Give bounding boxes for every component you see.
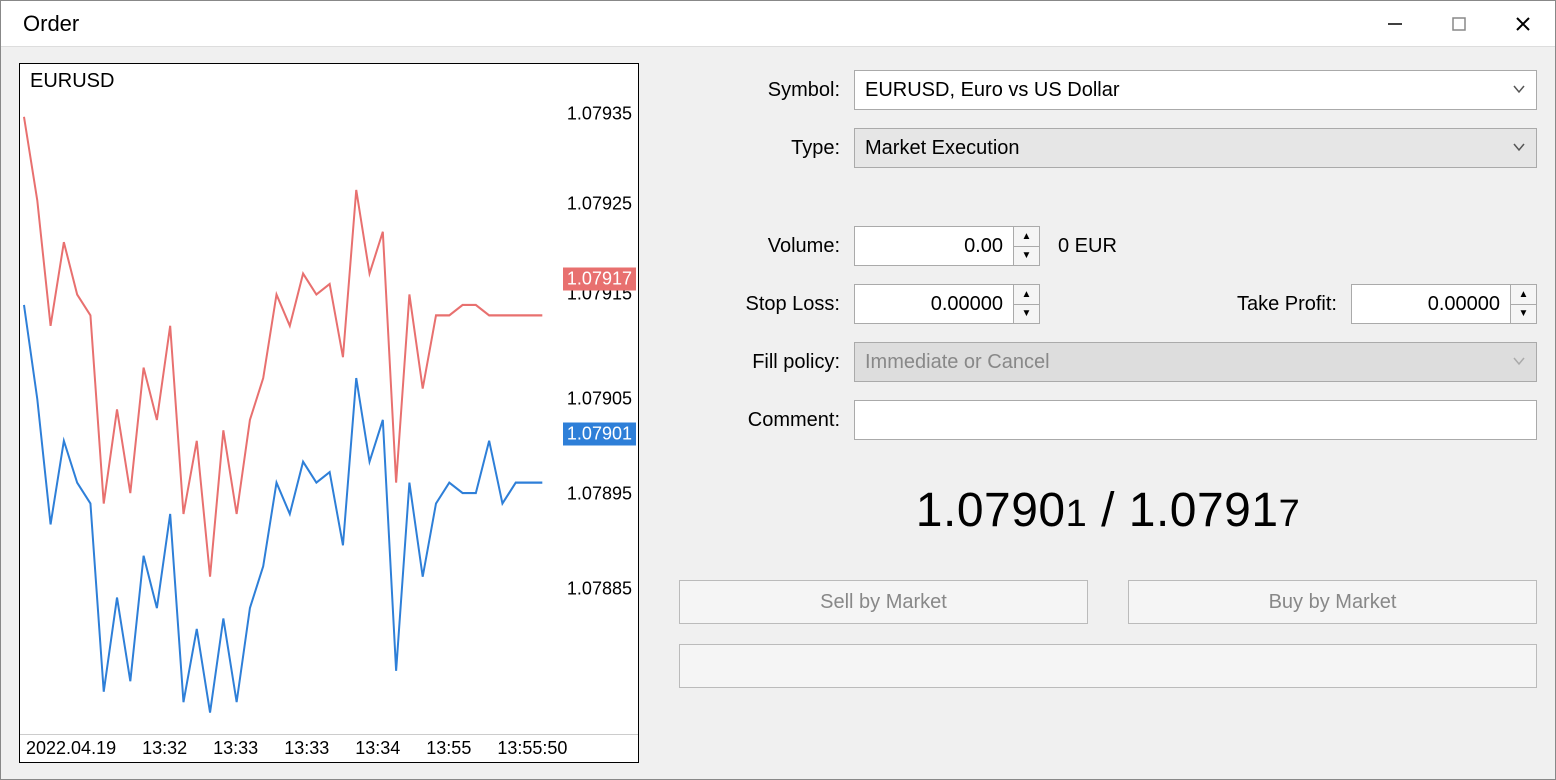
stepper-down-icon[interactable]: ▼ — [1511, 305, 1536, 324]
stepper-up-icon[interactable]: ▲ — [1511, 285, 1536, 305]
status-bar — [679, 644, 1537, 688]
y-tick: 1.07895 — [567, 484, 632, 505]
price-separator: / — [1087, 484, 1129, 537]
fill-policy-select: Immediate or Cancel — [854, 342, 1537, 382]
bid-price-tag: 1.07901 — [563, 423, 636, 446]
ask-price-tag: 1.07917 — [563, 268, 636, 291]
volume-label: Volume: — [679, 235, 854, 258]
x-tick: 13:33 — [284, 738, 329, 759]
chart-x-axis: 2022.04.19 13:32 13:33 13:33 13:34 13:55… — [20, 734, 638, 762]
bid-price-main: 1.0790 — [916, 484, 1066, 537]
volume-input[interactable]: 0.00 — [854, 226, 1014, 266]
y-tick: 1.07935 — [567, 104, 632, 125]
price-chart — [20, 64, 638, 734]
action-buttons-row: Sell by Market Buy by Market — [679, 580, 1537, 624]
volume-row: Volume: 0.00 ▲ ▼ 0 EUR — [679, 225, 1537, 267]
window-title: Order — [23, 11, 79, 37]
fill-policy-label: Fill policy: — [679, 351, 854, 374]
stop-loss-label: Stop Loss: — [679, 293, 854, 316]
sl-tp-row: Stop Loss: 0.00000 ▲ ▼ Take Profit: 0.00… — [679, 283, 1537, 325]
type-row: Type: Market Execution — [679, 127, 1537, 169]
fill-policy-row: Fill policy: Immediate or Cancel — [679, 341, 1537, 383]
type-select[interactable]: Market Execution — [854, 128, 1537, 168]
y-tick: 1.07925 — [567, 194, 632, 215]
volume-stepper[interactable]: ▲ ▼ — [1014, 226, 1040, 266]
price-display: 1.07901 / 1.07917 — [679, 483, 1537, 538]
x-tick: 13:34 — [355, 738, 400, 759]
take-profit-label: Take Profit: — [1237, 293, 1351, 316]
y-tick: 1.07905 — [567, 389, 632, 410]
maximize-icon — [1449, 14, 1469, 34]
buy-button[interactable]: Buy by Market — [1128, 580, 1537, 624]
bid-price-sub: 1 — [1066, 493, 1088, 535]
stepper-up-icon[interactable]: ▲ — [1014, 285, 1039, 305]
stepper-up-icon[interactable]: ▲ — [1014, 227, 1039, 247]
chevron-down-icon — [1512, 137, 1526, 160]
comment-input[interactable] — [854, 400, 1537, 440]
symbol-value: EURUSD, Euro vs US Dollar — [865, 79, 1120, 102]
x-tick: 13:33 — [213, 738, 258, 759]
chevron-down-icon — [1512, 351, 1526, 374]
symbol-label: Symbol: — [679, 79, 854, 102]
chart-body[interactable]: 1.07935 1.07925 1.07915 1.07905 1.07895 … — [20, 64, 638, 734]
take-profit-input[interactable]: 0.00000 — [1351, 284, 1511, 324]
x-tick: 13:32 — [142, 738, 187, 759]
minimize-icon — [1385, 14, 1405, 34]
content-area: EURUSD 1.07935 1.07925 1.07915 1.07905 1… — [1, 47, 1555, 779]
type-label: Type: — [679, 137, 854, 160]
stop-loss-input[interactable]: 0.00000 — [854, 284, 1014, 324]
x-tick: 13:55 — [426, 738, 471, 759]
stepper-down-icon[interactable]: ▼ — [1014, 247, 1039, 266]
x-tick: 13:55:50 — [497, 738, 567, 759]
y-tick: 1.07885 — [567, 579, 632, 600]
maximize-button[interactable] — [1427, 1, 1491, 46]
type-value: Market Execution — [865, 137, 1020, 160]
stop-loss-stepper[interactable]: ▲ ▼ — [1014, 284, 1040, 324]
window-controls — [1363, 1, 1555, 46]
ask-price-main: 1.0791 — [1129, 484, 1279, 537]
take-profit-stepper[interactable]: ▲ ▼ — [1511, 284, 1537, 324]
stepper-down-icon[interactable]: ▼ — [1014, 305, 1039, 324]
close-button[interactable] — [1491, 1, 1555, 46]
close-icon — [1513, 14, 1533, 34]
comment-label: Comment: — [679, 409, 854, 432]
comment-row: Comment: — [679, 399, 1537, 441]
ask-price-sub: 7 — [1279, 493, 1301, 535]
symbol-row: Symbol: EURUSD, Euro vs US Dollar — [679, 69, 1537, 111]
x-tick: 2022.04.19 — [26, 738, 116, 759]
sell-button[interactable]: Sell by Market — [679, 580, 1088, 624]
symbol-select[interactable]: EURUSD, Euro vs US Dollar — [854, 70, 1537, 110]
chevron-down-icon — [1512, 79, 1526, 102]
order-form: Symbol: EURUSD, Euro vs US Dollar Type: … — [679, 63, 1537, 763]
minimize-button[interactable] — [1363, 1, 1427, 46]
order-window: Order EURUSD 1.07935 1.07925 1.07915 1.0 — [0, 0, 1556, 780]
chart-panel: EURUSD 1.07935 1.07925 1.07915 1.07905 1… — [19, 63, 639, 763]
chart-symbol-label: EURUSD — [28, 70, 116, 93]
titlebar: Order — [1, 1, 1555, 47]
volume-hint: 0 EUR — [1058, 235, 1117, 258]
fill-policy-value: Immediate or Cancel — [865, 351, 1050, 374]
